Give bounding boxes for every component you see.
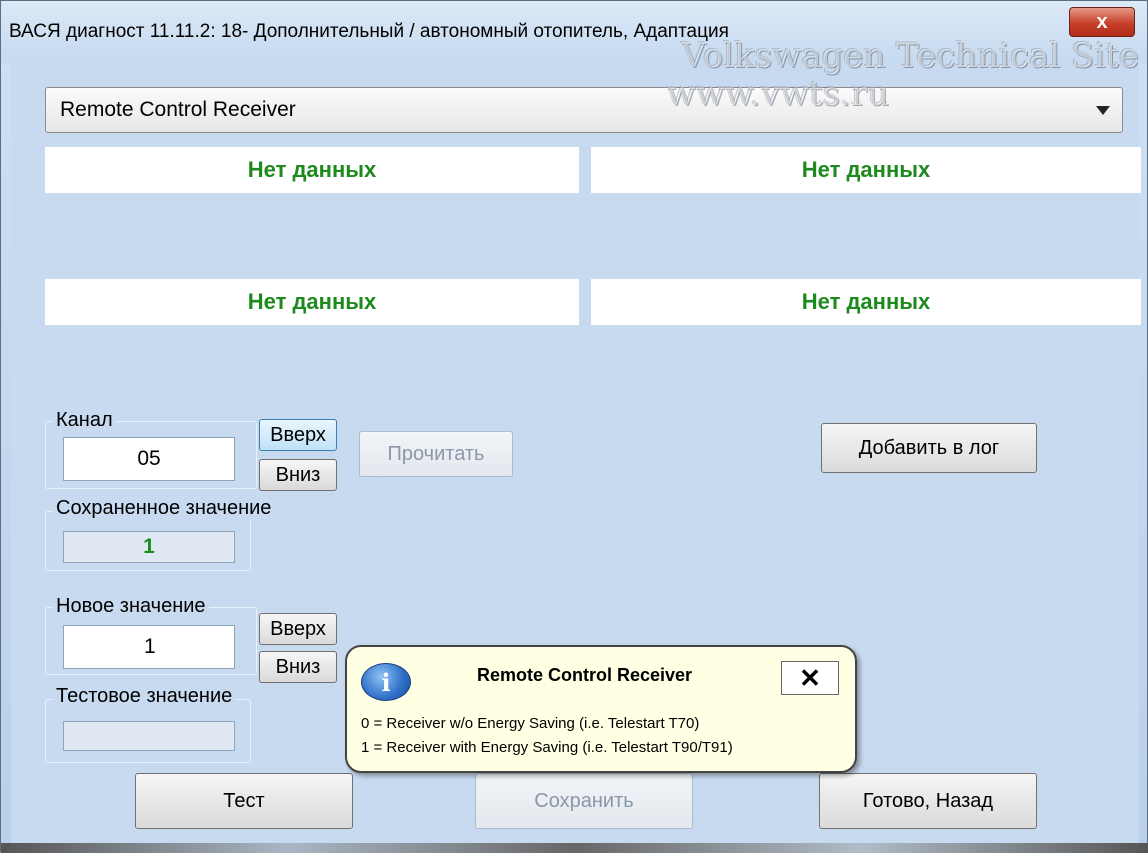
app-window: ВАСЯ диагност 11.11.2: 18- Дополнительны… — [0, 0, 1148, 853]
new-value-field[interactable]: 1 — [63, 625, 235, 669]
test-value-label: Тестовое значение — [53, 685, 236, 708]
tooltip-line-2: 1 = Receiver with Energy Saving (i.e. Te… — [361, 739, 733, 756]
save-button[interactable]: Сохранить — [475, 773, 693, 829]
saved-value-label: Сохраненное значение — [53, 497, 275, 520]
tooltip-close-button[interactable]: ✕ — [781, 661, 839, 695]
read-button[interactable]: Прочитать — [359, 431, 513, 477]
done-back-button[interactable]: Готово, Назад — [819, 773, 1037, 829]
add-to-log-button[interactable]: Добавить в лог — [821, 423, 1037, 473]
chevron-down-icon[interactable] — [1096, 106, 1110, 115]
module-select-value: Remote Control Receiver — [60, 98, 296, 121]
new-value-label: Новое значение — [53, 595, 209, 618]
measurement-cell-2: Нет данных — [591, 147, 1141, 193]
module-select[interactable]: Remote Control Receiver — [45, 87, 1123, 133]
channel-down-button[interactable]: Вниз — [259, 459, 337, 491]
channel-up-button[interactable]: Вверх — [259, 419, 337, 451]
channel-label: Канал — [53, 409, 116, 432]
info-tooltip: i Remote Control Receiver ✕ 0 = Receiver… — [345, 645, 857, 773]
info-icon: i — [361, 663, 411, 701]
test-value-field — [63, 721, 235, 751]
new-value-up-button[interactable]: Вверх — [259, 613, 337, 645]
channel-field[interactable]: 05 — [63, 437, 235, 481]
title-bar[interactable]: ВАСЯ диагност 11.11.2: 18- Дополнительны… — [1, 1, 1147, 63]
test-button[interactable]: Тест — [135, 773, 353, 829]
new-value-down-button[interactable]: Вниз — [259, 651, 337, 683]
saved-value-field: 1 — [63, 531, 235, 563]
measurement-cell-4: Нет данных — [591, 279, 1141, 325]
window-close-button[interactable]: x — [1069, 7, 1135, 37]
measurement-cell-3: Нет данных — [45, 279, 579, 325]
tooltip-title: Remote Control Receiver — [477, 665, 693, 685]
window-title: ВАСЯ диагност 11.11.2: 18- Дополнительны… — [9, 21, 729, 42]
tooltip-line-1: 0 = Receiver w/o Energy Saving (i.e. Tel… — [361, 715, 700, 732]
measurement-cell-1: Нет данных — [45, 147, 579, 193]
